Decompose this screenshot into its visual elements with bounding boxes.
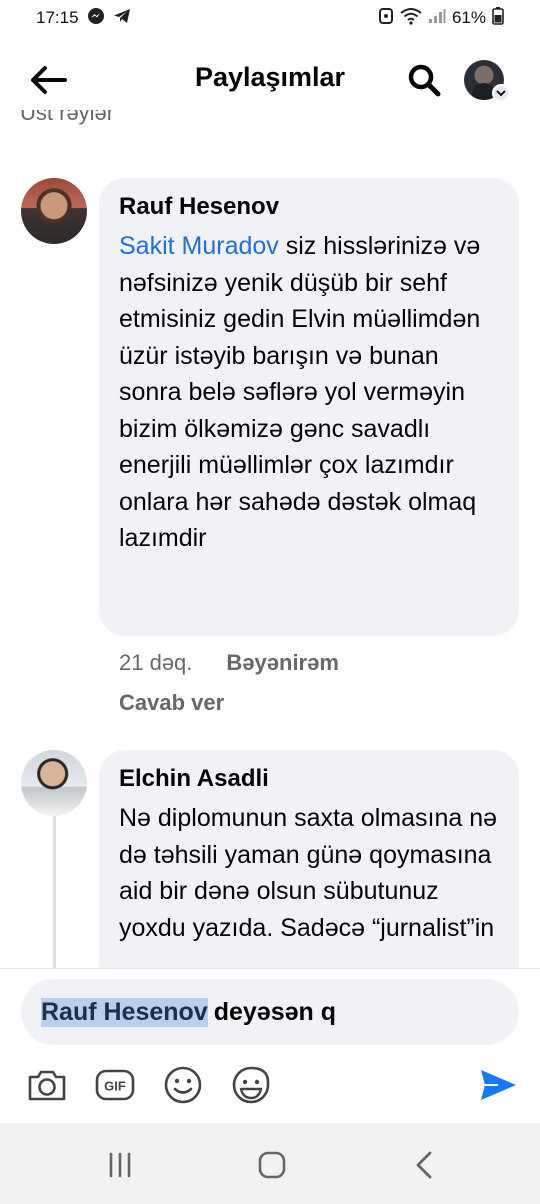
gif-button[interactable]: GIF <box>93 1063 137 1107</box>
sticker-button[interactable] <box>229 1063 273 1107</box>
system-nav-bar <box>0 1123 540 1204</box>
status-left: 17:15 <box>36 7 131 30</box>
input-text: deyəsən q <box>213 997 336 1026</box>
system-back-button[interactable] <box>404 1145 444 1185</box>
battery-percent: 61% <box>451 8 486 27</box>
sort-filter-label[interactable]: Üst rəylər <box>20 110 114 130</box>
profile-menu-button[interactable] <box>464 60 510 102</box>
comment-text: Nə diplomunun saxta olmasına nə də təhsi… <box>119 804 498 942</box>
comment-actions: 21 dəq. Bəyənirəm Cavab ver <box>119 650 339 716</box>
mention-link[interactable]: Sakit Muradov <box>119 232 279 260</box>
avatar[interactable] <box>21 750 87 816</box>
status-right: 61% <box>378 6 504 30</box>
comment-item: Elchin Asadli Nə diplomunun saxta olması… <box>0 750 540 968</box>
comment-author[interactable]: Elchin Asadli <box>119 764 499 794</box>
alarm-icon <box>378 7 394 30</box>
like-button[interactable]: Bəyənirəm <box>226 650 339 676</box>
app-bar: Paylaşımlar <box>0 44 540 116</box>
comment-bubble[interactable]: Rauf Hesenov Sakit Muradov siz hisslərin… <box>99 178 519 636</box>
comment-actions-row: 21 dəq. Bəyənirəm <box>119 650 339 676</box>
telegram-icon <box>113 7 131 30</box>
home-button[interactable] <box>252 1145 292 1185</box>
input-mention-tag[interactable]: Rauf Hesenov <box>41 997 208 1027</box>
recent-apps-button[interactable] <box>100 1145 140 1185</box>
gif-icon: GIF <box>95 1069 135 1101</box>
comment-text-body: siz hisslərinizə və nəfsinizə yenik düşü… <box>119 232 481 552</box>
signal-icon <box>428 8 446 29</box>
svg-text:GIF: GIF <box>104 1079 126 1094</box>
emoji-button[interactable] <box>161 1063 205 1107</box>
recent-apps-icon <box>109 1152 131 1178</box>
comment-bubble[interactable]: Elchin Asadli Nə diplomunun saxta olması… <box>99 750 519 968</box>
messenger-icon <box>87 7 105 30</box>
wifi-icon <box>400 7 422 30</box>
arrow-left-icon <box>31 66 67 94</box>
emoji-icon <box>164 1066 202 1104</box>
camera-button[interactable] <box>25 1063 69 1107</box>
thread-line <box>53 816 56 968</box>
sticker-icon <box>232 1066 270 1104</box>
sort-filter-text: Üst rəylər <box>20 110 115 125</box>
comment-text: Sakit Muradov siz hisslərinizə və nəfsin… <box>119 228 499 557</box>
reply-button[interactable]: Cavab ver <box>119 690 339 716</box>
chevron-left-icon <box>416 1151 432 1179</box>
battery-icon <box>492 6 504 30</box>
status-time: 17:15 <box>36 8 79 27</box>
comment-timestamp: 21 dəq. <box>119 650 193 675</box>
send-button[interactable] <box>476 1063 520 1107</box>
comment-input[interactable]: Rauf Hesenov deyəsən q <box>21 979 519 1045</box>
avatar[interactable] <box>21 178 87 244</box>
composer-toolbar: GIF <box>0 1063 540 1107</box>
home-icon <box>258 1151 286 1179</box>
status-bar: 17:15 61% <box>0 0 540 36</box>
camera-icon <box>28 1070 66 1101</box>
send-icon <box>481 1070 516 1100</box>
back-button[interactable] <box>26 62 70 98</box>
page-title: Paylaşımlar <box>194 62 346 92</box>
search-icon <box>408 64 441 97</box>
comment-composer: Rauf Hesenov deyəsən q GIF <box>0 968 540 1123</box>
comment-author[interactable]: Rauf Hesenov <box>119 192 499 222</box>
search-button[interactable] <box>404 60 444 100</box>
chevron-down-icon <box>492 84 510 102</box>
